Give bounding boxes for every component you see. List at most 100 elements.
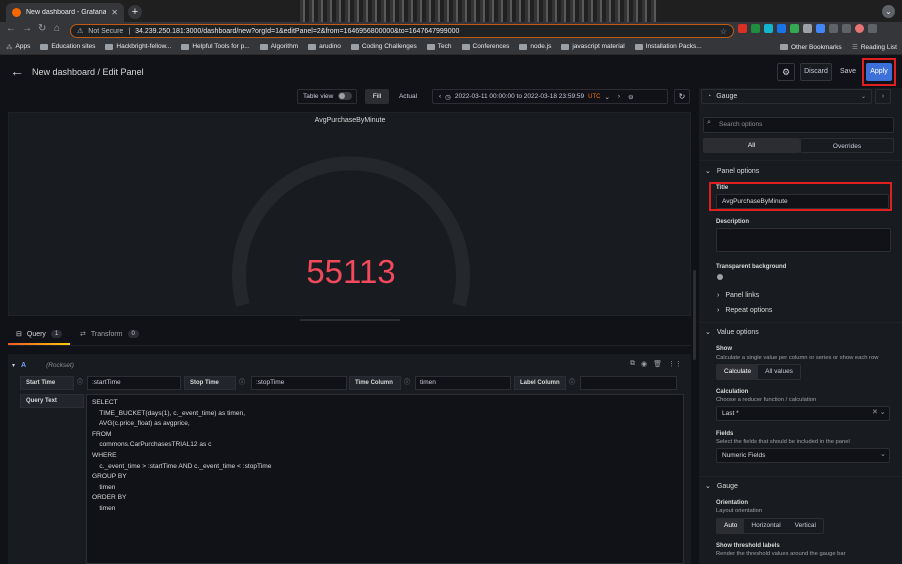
start-time-input[interactable]: :startTime <box>87 376 181 390</box>
gauge-section[interactable]: ⌄ Gauge <box>705 482 738 491</box>
title-input[interactable]: AvgPurchaseByMinute <box>716 194 889 209</box>
orientation-horizontal-option[interactable]: Horizontal <box>744 519 787 533</box>
all-values-option[interactable]: All values <box>758 365 800 379</box>
trash-icon[interactable]: 🗑 <box>653 360 662 368</box>
panel-links-section[interactable]: › Panel links <box>717 292 759 299</box>
zoom-out-icon[interactable]: ⊖ <box>628 93 633 101</box>
calculation-label: Calculation <box>716 389 749 395</box>
actual-option[interactable]: Actual <box>392 89 424 104</box>
gauge-icon: ◔ <box>707 93 712 100</box>
bookmarks-bar: ⁂ Apps Education sites Hackbright-fellow.… <box>0 39 902 55</box>
drag-handle-icon[interactable]: ⋮⋮ <box>668 360 682 368</box>
scrollbar[interactable] <box>693 270 696 360</box>
extension-icon[interactable] <box>777 24 786 33</box>
arrow-left-icon[interactable]: ← <box>10 63 24 79</box>
visualization-picker[interactable]: ◔ Gauge ⌄ <box>701 89 872 104</box>
close-tab-icon[interactable]: ✕ <box>111 8 118 17</box>
duplicate-icon[interactable]: ⧉ <box>630 360 635 368</box>
gauge-value: 55113 <box>306 253 396 290</box>
value-options-section[interactable]: ⌄ Value options <box>705 328 759 337</box>
query-name[interactable]: A <box>21 362 26 369</box>
collapse-pane-button[interactable]: › <box>875 89 891 104</box>
window-menu-button[interactable]: ⌄ <box>882 5 895 18</box>
home-icon[interactable]: ⌂ <box>54 23 60 34</box>
transparent-toggle[interactable] <box>717 274 723 280</box>
time-range-picker[interactable]: ‹ ◷ 2022-03-11 00:00:00 to 2022-03-18 23… <box>432 89 668 104</box>
bookmark-folder[interactable]: Installation Packs... <box>634 43 702 50</box>
fields-select[interactable]: Numeric Fields <box>716 448 890 463</box>
reload-icon[interactable]: ↻ <box>38 23 46 34</box>
url-field[interactable]: ⚠ Not Secure | 34.239.250.181:3000/dashb… <box>70 24 734 38</box>
bookmark-folder[interactable]: Hackbright-fellow... <box>105 43 171 50</box>
bookmark-folder[interactable]: arudino <box>308 43 341 50</box>
label-column-label: Label Column <box>514 376 566 390</box>
refresh-button[interactable]: ↻ <box>674 89 690 104</box>
orientation-auto-option[interactable]: Auto <box>717 519 745 533</box>
query-text-editor[interactable]: SELECT TIME_BUCKET(days(1), c._event_tim… <box>86 394 684 564</box>
extension-icon[interactable] <box>751 24 760 33</box>
new-tab-button[interactable]: + <box>128 5 142 19</box>
time-column-input[interactable]: timen <box>415 376 511 390</box>
stop-time-input[interactable]: :stopTime <box>251 376 347 390</box>
bookmark-folder[interactable]: Conferences <box>461 43 509 50</box>
save-button[interactable]: Save <box>836 63 860 81</box>
tab-transform[interactable]: ⇄ Transform 0 <box>80 330 139 338</box>
panel-options-section[interactable]: ⌄ Panel options <box>705 167 759 176</box>
query-count-badge: 1 <box>50 330 63 338</box>
chevron-right-icon: › <box>717 307 720 314</box>
extension-icon[interactable] <box>829 24 838 33</box>
calculate-option[interactable]: Calculate <box>717 365 759 379</box>
bookmark-folder[interactable]: node.js <box>519 43 551 50</box>
reading-list-icon: ☰ <box>852 44 858 51</box>
apply-button[interactable]: Apply <box>866 63 892 81</box>
repeat-options-section[interactable]: › Repeat options <box>717 307 772 314</box>
chevron-left-icon[interactable]: ‹ <box>439 93 441 100</box>
chevron-right-icon[interactable]: › <box>618 93 620 100</box>
reading-list[interactable]: ☰ Reading List <box>846 39 902 55</box>
search-options-input[interactable]: Search options <box>703 117 894 133</box>
stop-time-label: Stop Time <box>184 376 236 390</box>
other-bookmarks[interactable]: Other Bookmarks <box>774 39 848 55</box>
extension-icon[interactable] <box>816 24 825 33</box>
extension-icon[interactable] <box>790 24 799 33</box>
table-view-switch[interactable] <box>338 92 352 100</box>
warning-icon: ⚠ <box>77 28 84 35</box>
extension-icon[interactable] <box>764 24 773 33</box>
puzzle-icon[interactable] <box>842 24 851 33</box>
title-label: Title <box>716 185 729 191</box>
settings-gear-button[interactable]: ⚙ <box>777 63 795 81</box>
bookmark-folder[interactable]: Tech <box>426 43 452 50</box>
menu-dots-icon[interactable] <box>868 24 877 33</box>
extension-icon[interactable] <box>803 24 812 33</box>
tab-all[interactable]: All <box>703 138 800 153</box>
avatar[interactable] <box>855 24 864 33</box>
tab-overrides[interactable]: Overrides <box>800 138 894 153</box>
query-row-header[interactable]: ▾ A (Rockset) <box>8 358 691 372</box>
tab-query[interactable]: ⊟ Query 1 <box>16 330 63 338</box>
bookmark-folder[interactable]: Helpful Tools for p... <box>181 43 250 50</box>
extensions-row <box>738 24 877 33</box>
browser-tab[interactable]: New dashboard - Grafana ✕ <box>6 3 124 22</box>
bookmark-apps[interactable]: ⁂ Apps <box>6 43 30 51</box>
extension-icon[interactable] <box>738 24 747 33</box>
back-arrow-icon[interactable]: ← <box>6 23 16 34</box>
orientation-vertical-option[interactable]: Vertical <box>788 519 823 533</box>
bookmark-folder[interactable]: Coding Challenges <box>350 43 417 50</box>
bookmark-folder[interactable]: Education sites <box>40 43 95 50</box>
fill-option[interactable]: Fill <box>365 89 389 104</box>
discard-button[interactable]: Discard <box>800 63 832 81</box>
chevron-down-icon[interactable]: ▾ <box>12 362 15 369</box>
pane-splitter[interactable] <box>300 319 400 321</box>
bookmark-folder[interactable]: Algorithm <box>259 43 298 50</box>
label-column-input[interactable] <box>580 376 677 390</box>
eye-icon[interactable]: ◉ <box>641 360 647 368</box>
clear-icon[interactable]: ✕ ⌄ <box>872 408 886 416</box>
chevron-down-icon: ⌄ <box>880 451 886 458</box>
description-input[interactable] <box>716 228 891 252</box>
bookmark-star-icon[interactable]: ☆ <box>720 27 727 36</box>
folder-icon <box>426 43 435 50</box>
calculation-select[interactable]: Last * <box>716 406 890 421</box>
forward-arrow-icon[interactable]: → <box>22 23 32 34</box>
bookmark-folder[interactable]: javascript material <box>561 43 625 50</box>
fields-label: Fields <box>716 431 734 437</box>
